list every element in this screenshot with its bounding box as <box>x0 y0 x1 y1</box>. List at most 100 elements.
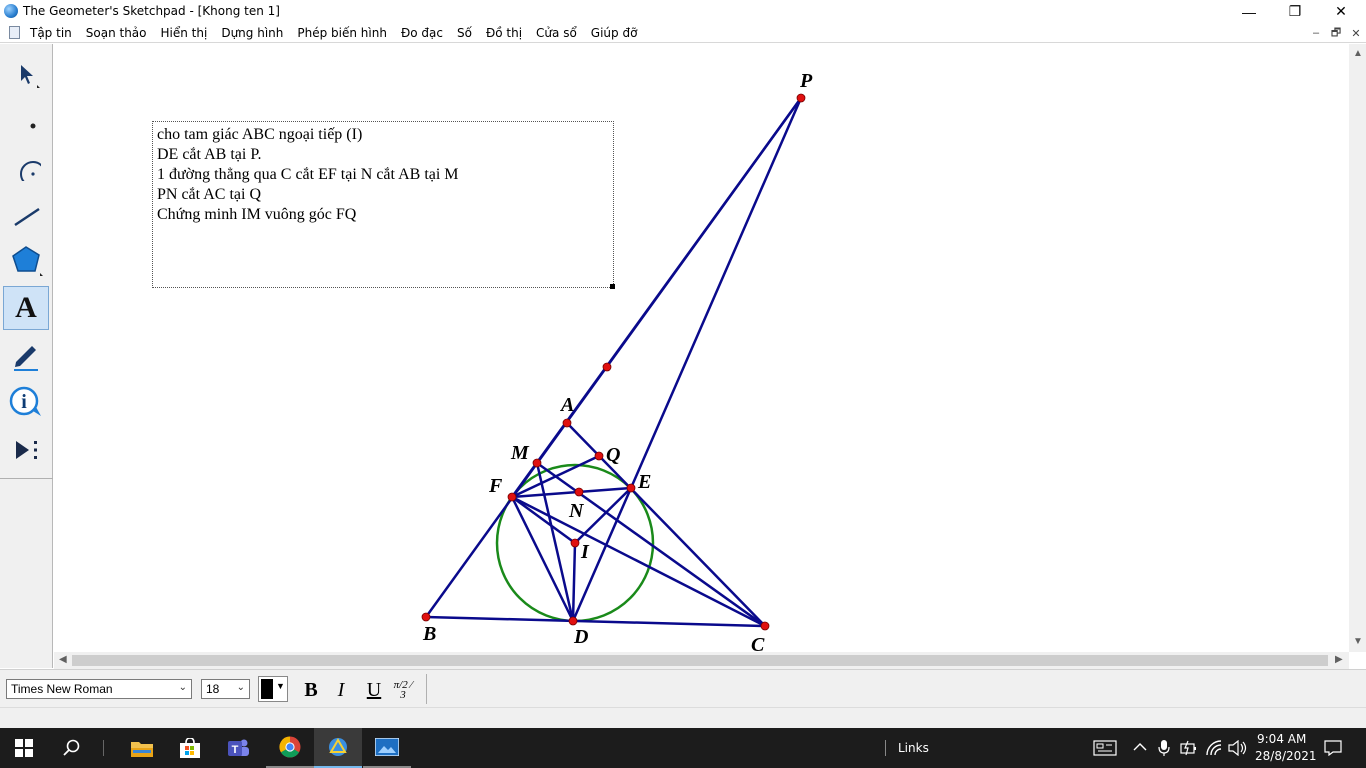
geometry-figure: P A M Q F E N I B D C <box>421 70 813 652</box>
label-P[interactable]: P <box>799 70 813 92</box>
segment-FP[interactable] <box>510 96 803 499</box>
scroll-down-arrow-icon[interactable]: ▼ <box>1353 636 1363 647</box>
chrome-icon <box>279 736 301 758</box>
point-I[interactable] <box>570 538 580 548</box>
label-N[interactable]: N <box>568 500 585 522</box>
text-color-picker[interactable]: ▼ <box>258 676 288 702</box>
arrow-tool[interactable] <box>3 52 49 96</box>
custom-tool[interactable] <box>3 428 49 472</box>
taskbar-search-button[interactable] <box>48 728 96 768</box>
point-D[interactable] <box>568 616 578 626</box>
menu-help[interactable]: Giúp đỡ <box>591 26 638 40</box>
sketchpad-icon <box>329 738 347 756</box>
start-button[interactable] <box>0 728 48 768</box>
menu-transform[interactable]: Phép biến hình <box>297 26 387 40</box>
menu-graph[interactable]: Đồ thị <box>486 26 522 40</box>
polygon-tool[interactable] <box>3 238 49 282</box>
document-icon[interactable] <box>9 26 20 39</box>
links-toolbar[interactable]: Links <box>898 741 929 755</box>
close-button[interactable]: ✕ <box>1318 0 1364 23</box>
font-size-select[interactable]: 18 ⌄ <box>201 679 250 699</box>
custom-tools-icon <box>16 441 37 459</box>
menu-measure[interactable]: Đo đạc <box>401 26 443 40</box>
point-C[interactable] <box>760 621 770 631</box>
microphone-icon[interactable] <box>1158 739 1170 757</box>
point-N[interactable] <box>574 487 584 497</box>
horizontal-scrollbar[interactable]: ◀ ▶ <box>54 652 1349 669</box>
minimize-button[interactable]: — <box>1226 0 1272 23</box>
scroll-up-arrow-icon[interactable]: ▲ <box>1353 48 1363 59</box>
straightedge-tool[interactable] <box>3 190 49 234</box>
segment-FD[interactable] <box>510 495 575 623</box>
bold-button[interactable]: B <box>298 678 324 702</box>
menu-construct[interactable]: Dựng hình <box>221 26 283 40</box>
label-A[interactable]: A <box>559 394 574 416</box>
information-tool[interactable]: i <box>3 380 49 424</box>
sketch-canvas[interactable]: cho tam giác ABC ngoại tiếp (I) DE cắt A… <box>54 44 1349 652</box>
label-M[interactable]: M <box>510 442 530 464</box>
marker-tool[interactable] <box>3 334 49 378</box>
menu-edit[interactable]: Soạn thảo <box>86 26 147 40</box>
wifi-icon[interactable] <box>1205 739 1223 757</box>
text-tool[interactable]: A <box>3 286 49 330</box>
label-Q[interactable]: Q <box>606 444 620 466</box>
speaker-icon[interactable] <box>1228 740 1248 756</box>
windows-taskbar: T Links 9:04 AM 28/8/2021 <box>0 728 1366 768</box>
doc-close-button[interactable]: ✕ <box>1346 24 1366 42</box>
clock-date[interactable]: 28/8/2021 <box>1255 749 1317 763</box>
taskbar-microsoft-store[interactable] <box>166 728 214 768</box>
doc-restore-button[interactable]: 🗗 <box>1326 24 1346 42</box>
caret-down-icon: ▼ <box>276 681 285 691</box>
doc-minimize-button[interactable]: – <box>1306 24 1326 42</box>
notification-icon[interactable] <box>1324 740 1342 756</box>
label-B[interactable]: B <box>422 623 436 645</box>
point-B[interactable] <box>421 612 431 622</box>
sketchpad-app-icon[interactable] <box>4 4 18 18</box>
menu-display[interactable]: Hiển thị <box>161 26 208 40</box>
svg-text:T: T <box>232 744 239 756</box>
toolbox-separator <box>0 478 53 479</box>
font-family-select[interactable]: Times New Roman ⌄ <box>6 679 192 699</box>
search-icon <box>63 739 80 756</box>
folder-icon <box>131 742 153 757</box>
point-M[interactable] <box>532 458 542 468</box>
point-tool[interactable] <box>3 98 49 142</box>
taskbar-chrome[interactable] <box>266 728 314 768</box>
point-F[interactable] <box>507 492 517 502</box>
label-D[interactable]: D <box>573 626 588 648</box>
segment-DP[interactable] <box>571 96 803 623</box>
keyboard-icon[interactable] <box>1093 740 1117 756</box>
underline-button[interactable]: U <box>361 678 387 702</box>
clock-time[interactable]: 9:04 AM <box>1257 732 1306 746</box>
compass-tool[interactable] <box>3 144 49 188</box>
scroll-right-arrow-icon[interactable]: ▶ <box>1335 654 1343 665</box>
taskbar-teams[interactable]: T <box>214 728 262 768</box>
scroll-left-arrow-icon[interactable]: ◀ <box>59 654 67 665</box>
menu-file[interactable]: Tập tin <box>30 26 72 40</box>
point-E[interactable] <box>626 483 636 493</box>
label-E[interactable]: E <box>637 471 651 493</box>
menu-window[interactable]: Cửa sổ <box>536 26 577 40</box>
chevron-up-icon[interactable] <box>1133 742 1147 752</box>
math-format-button[interactable]: π/2 ⁄ 3 <box>390 678 416 702</box>
taskbar-photos[interactable] <box>363 728 411 768</box>
battery-icon[interactable] <box>1180 740 1198 756</box>
point-extra[interactable] <box>602 362 612 372</box>
format-bar-separator <box>426 674 427 704</box>
italic-button[interactable]: I <box>328 678 354 702</box>
label-I[interactable]: I <box>580 541 590 563</box>
label-F[interactable]: F <box>488 475 503 497</box>
label-C[interactable]: C <box>751 634 765 652</box>
segment-MD[interactable] <box>535 461 575 623</box>
segment-FI[interactable] <box>510 495 577 545</box>
segment-ID[interactable] <box>571 541 577 623</box>
point-P[interactable] <box>796 93 806 103</box>
point-A[interactable] <box>562 418 572 428</box>
taskbar-geometers-sketchpad[interactable] <box>314 728 362 768</box>
taskbar-file-explorer[interactable] <box>118 728 166 768</box>
horizontal-scroll-thumb[interactable] <box>72 655 1328 666</box>
menu-number[interactable]: Số <box>457 26 472 40</box>
maximize-button[interactable]: ❐ <box>1272 0 1318 23</box>
point-Q[interactable] <box>594 451 604 461</box>
vertical-scrollbar[interactable]: ▲ ▼ <box>1349 44 1366 652</box>
